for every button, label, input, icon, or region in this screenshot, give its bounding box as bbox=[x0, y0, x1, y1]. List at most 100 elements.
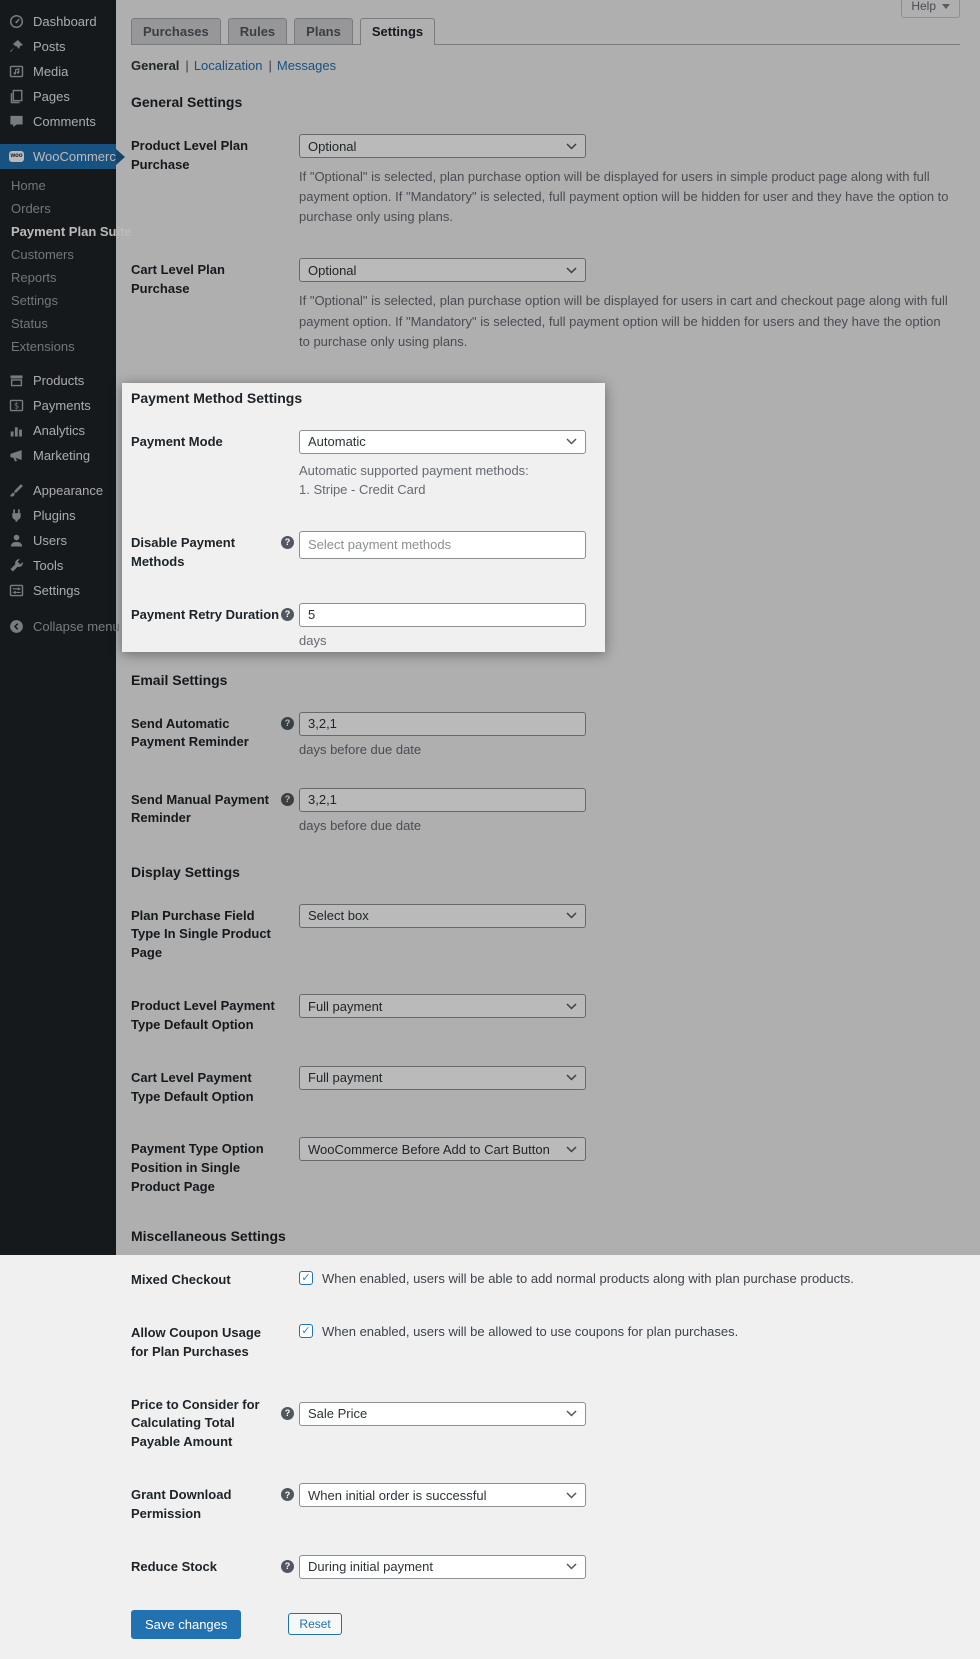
sidebar-item-payments[interactable]: $ Payments bbox=[0, 393, 116, 418]
megaphone-icon bbox=[9, 448, 24, 463]
tab-rules[interactable]: Rules bbox=[227, 18, 288, 44]
price-to-consider-select[interactable]: Sale Price bbox=[299, 1401, 586, 1426]
cart-level-payment-type-default-row: Cart Level Payment Type Default Option F… bbox=[131, 1065, 960, 1107]
sidebar-item-label: Collapse menu bbox=[33, 619, 120, 634]
manual-reminder-input[interactable] bbox=[299, 787, 586, 812]
cart-level-plan-purchase-select[interactable]: Optional bbox=[299, 258, 586, 283]
submenu-item-status[interactable]: Status bbox=[0, 312, 116, 335]
field-label: Cart Level Plan Purchase bbox=[131, 262, 225, 297]
help-tooltip-icon[interactable]: ? bbox=[281, 792, 294, 806]
user-icon bbox=[9, 533, 24, 548]
field-type-select[interactable]: Select box bbox=[299, 903, 586, 928]
sidebar-item-label: WooCommerce bbox=[33, 149, 124, 164]
supported-method-item: 1. Stripe - Credit Card bbox=[299, 482, 426, 498]
subnav-messages[interactable]: Messages bbox=[277, 58, 336, 73]
product-level-payment-type-default-row: Product Level Payment Type Default Optio… bbox=[131, 994, 960, 1035]
reduce-stock-select[interactable]: During initial payment bbox=[299, 1554, 586, 1579]
chevron-down-icon bbox=[566, 1492, 577, 1499]
form-actions: Save changes Reset bbox=[131, 1609, 960, 1659]
sidebar-item-label: Products bbox=[33, 373, 85, 388]
plan-purchase-field-type-row: Plan Purchase Field Type In Single Produ… bbox=[131, 903, 960, 964]
submenu-item-payment-plan-suite[interactable]: Payment Plan Suite bbox=[0, 220, 132, 243]
submenu-item-orders[interactable]: Orders bbox=[0, 197, 116, 220]
tab-settings[interactable]: Settings bbox=[359, 18, 436, 45]
sidebar-item-tools[interactable]: Tools bbox=[0, 553, 116, 578]
field-label: Grant Download Permission bbox=[131, 1487, 232, 1521]
payment-mode-select[interactable]: Automatic bbox=[299, 429, 586, 454]
pushpin-icon bbox=[9, 39, 24, 54]
subnav-general[interactable]: General bbox=[131, 58, 179, 73]
tab-purchases[interactable]: Purchases bbox=[131, 18, 221, 44]
option-position-select[interactable]: WooCommerce Before Add to Cart Button bbox=[299, 1137, 586, 1162]
help-tooltip-icon[interactable]: ? bbox=[281, 716, 294, 730]
sidebar-item-comments[interactable]: Comments bbox=[0, 109, 116, 134]
chevron-down-icon bbox=[566, 1146, 577, 1153]
sidebar-item-label: Media bbox=[33, 64, 69, 79]
save-changes-button[interactable]: Save changes bbox=[131, 1609, 242, 1639]
menu-separator bbox=[0, 468, 116, 478]
help-tooltip-icon[interactable]: ? bbox=[281, 535, 294, 549]
sidebar-item-appearance[interactable]: Appearance bbox=[0, 478, 116, 503]
sidebar-item-media[interactable]: Media bbox=[0, 59, 116, 84]
help-tooltip-icon[interactable]: ? bbox=[281, 1406, 294, 1420]
coupon-usage-checkbox[interactable] bbox=[299, 1323, 313, 1338]
field-label: Plan Purchase Field Type In Single Produ… bbox=[131, 907, 271, 961]
disable-payment-methods-input[interactable] bbox=[299, 530, 586, 559]
mixed-checkout-checkbox[interactable] bbox=[299, 1270, 313, 1285]
selected-value: Select box bbox=[308, 908, 369, 924]
chevron-down-icon bbox=[566, 1563, 577, 1570]
sidebar-item-users[interactable]: Users bbox=[0, 528, 116, 553]
sidebar-item-products[interactable]: Products bbox=[0, 368, 116, 393]
product-level-plan-purchase-row: Product Level Plan Purchase Optional If … bbox=[131, 134, 960, 227]
subnav-localization[interactable]: Localization bbox=[194, 58, 263, 73]
chevron-down-icon bbox=[566, 1410, 577, 1417]
help-tooltip-icon[interactable]: ? bbox=[281, 1559, 294, 1573]
sidebar-item-analytics[interactable]: Analytics bbox=[0, 418, 116, 443]
selected-value: WooCommerce Before Add to Cart Button bbox=[308, 1141, 550, 1157]
field-description: If "Optional" is selected, plan purchase… bbox=[299, 293, 948, 349]
field-label: Payment Retry Duration bbox=[131, 606, 280, 622]
sidebar-item-settings[interactable]: Settings bbox=[0, 578, 116, 603]
help-tooltip-icon[interactable]: ? bbox=[281, 607, 294, 621]
automatic-reminder-input[interactable] bbox=[299, 711, 586, 736]
disable-payment-methods-row: Disable Payment Methods ? bbox=[131, 530, 605, 572]
sidebar-item-posts[interactable]: Posts bbox=[0, 34, 116, 59]
settings-sliders-icon bbox=[9, 583, 24, 598]
sidebar-item-label: Analytics bbox=[33, 423, 86, 438]
sidebar-item-plugins[interactable]: Plugins bbox=[0, 503, 116, 528]
payment-retry-duration-input[interactable] bbox=[299, 602, 586, 627]
submenu-item-customers[interactable]: Customers bbox=[0, 243, 116, 266]
submenu-item-settings[interactable]: Settings bbox=[0, 289, 116, 312]
help-toggle-button[interactable]: Help bbox=[901, 0, 960, 18]
highlighted-payment-method-section: Payment Method Settings Payment Mode Aut… bbox=[122, 382, 605, 652]
download-permission-select[interactable]: When initial order is successful bbox=[299, 1483, 586, 1508]
sidebar-item-label: Tools bbox=[33, 558, 64, 573]
collapse-menu-button[interactable]: Collapse menu bbox=[0, 614, 120, 639]
caret-down-icon bbox=[942, 3, 950, 13]
reset-button[interactable]: Reset bbox=[288, 1613, 342, 1636]
sidebar-item-dashboard[interactable]: Dashboard bbox=[0, 9, 116, 34]
field-label: Send Automatic Payment Reminder bbox=[131, 715, 249, 750]
woocommerce-submenu: Home Orders Payment Plan Suite Customers… bbox=[0, 169, 132, 368]
sidebar-item-woocommerce[interactable]: woo WooCommerce bbox=[0, 144, 125, 169]
field-label: Send Manual Payment Reminder bbox=[131, 791, 269, 826]
submenu-item-home[interactable]: Home bbox=[0, 174, 116, 197]
media-icon bbox=[9, 64, 24, 79]
subnav-divider bbox=[268, 58, 271, 73]
product-level-plan-purchase-select[interactable]: Optional bbox=[299, 134, 586, 158]
submenu-item-extensions[interactable]: Extensions bbox=[0, 335, 116, 358]
woocommerce-icon: woo bbox=[9, 149, 24, 164]
help-tooltip-icon[interactable]: ? bbox=[281, 1488, 294, 1502]
tab-plans[interactable]: Plans bbox=[294, 18, 353, 44]
menu-separator bbox=[0, 603, 116, 613]
field-label: Payment Type Option Position in Single P… bbox=[131, 1141, 264, 1195]
display-settings-heading: Display Settings bbox=[131, 863, 240, 880]
settings-subnav: General Localization Messages bbox=[131, 58, 960, 73]
sidebar-item-pages[interactable]: Pages bbox=[0, 84, 116, 109]
chevron-down-icon bbox=[566, 1074, 577, 1081]
field-label: Product Level Payment Type Default Optio… bbox=[131, 998, 275, 1032]
submenu-item-reports[interactable]: Reports bbox=[0, 266, 116, 289]
cart-default-option-select[interactable]: Full payment bbox=[299, 1065, 586, 1090]
product-default-option-select[interactable]: Full payment bbox=[299, 994, 586, 1019]
sidebar-item-marketing[interactable]: Marketing bbox=[0, 443, 116, 468]
